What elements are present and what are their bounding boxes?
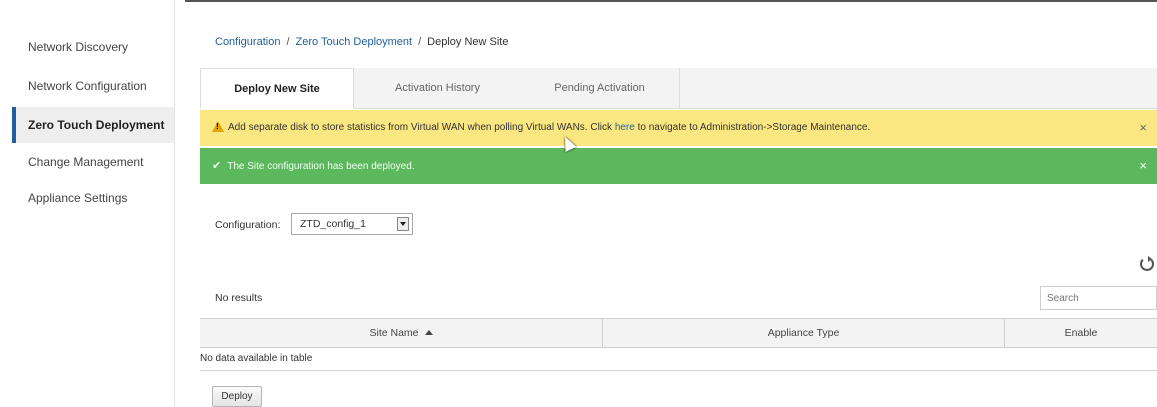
chevron-down-icon[interactable]	[397, 217, 409, 231]
warning-icon	[212, 121, 224, 132]
column-site-name[interactable]: Site Name	[200, 319, 602, 347]
sidebar-item-zero-touch-deployment[interactable]: Zero Touch Deployment	[12, 107, 174, 143]
breadcrumb-separator: /	[418, 36, 422, 48]
warning-text-before: Add separate disk to store statistics fr…	[228, 122, 615, 133]
deploy-success-alert: ✔ The Site configuration has been deploye…	[200, 148, 1157, 184]
tab-bar: Deploy New Site Activation History Pendi…	[200, 68, 1157, 109]
breadcrumb-current-page: Deploy New Site	[427, 36, 509, 48]
warning-text-after: to navigate to Administration->Storage M…	[634, 122, 871, 133]
tab-activation-history[interactable]: Activation History	[355, 68, 520, 108]
column-site-name-label: Site Name	[369, 327, 419, 339]
sidebar-item-appliance-settings[interactable]: Appliance Settings	[12, 180, 174, 216]
column-enable[interactable]: Enable	[1004, 319, 1157, 347]
breadcrumb: Configuration / Zero Touch Deployment / Depl…	[215, 36, 508, 48]
table-empty-message: No data available in table	[200, 347, 1157, 371]
sort-ascending-icon	[424, 330, 433, 335]
breadcrumb-separator: /	[286, 36, 290, 48]
configuration-selected-value: ZTD_config_1	[300, 218, 366, 230]
close-icon[interactable]: ×	[1139, 110, 1147, 146]
sidebar-item-network-discovery[interactable]: Network Discovery	[12, 29, 174, 65]
breadcrumb-configuration[interactable]: Configuration	[215, 36, 280, 48]
breadcrumb-zero-touch-deployment[interactable]: Zero Touch Deployment	[296, 36, 413, 48]
sites-table-header: Site Name Appliance Type Enable	[200, 318, 1157, 348]
configuration-label: Configuration:	[215, 219, 281, 231]
storage-warning-alert: Add separate disk to store statistics fr…	[200, 110, 1157, 146]
sidebar-item-network-configuration[interactable]: Network Configuration	[12, 68, 174, 104]
check-icon: ✔	[212, 160, 222, 172]
refresh-icon[interactable]	[1140, 256, 1154, 271]
tab-pending-activation[interactable]: Pending Activation	[520, 68, 680, 108]
search-input[interactable]	[1040, 286, 1157, 310]
storage-maintenance-link[interactable]: here	[615, 122, 635, 133]
tab-deploy-new-site[interactable]: Deploy New Site	[200, 68, 354, 109]
success-text: The Site configuration has been deployed…	[227, 161, 415, 172]
results-status: No results	[215, 292, 263, 304]
header-divider	[185, 0, 1157, 2]
sidebar: Network Discovery Network Configuration …	[0, 0, 175, 407]
configuration-select[interactable]: ZTD_config_1	[291, 213, 413, 235]
column-appliance-type[interactable]: Appliance Type	[602, 319, 1004, 347]
deploy-button[interactable]: Deploy	[212, 386, 262, 407]
close-icon[interactable]: ×	[1139, 148, 1147, 184]
sidebar-item-change-management[interactable]: Change Management	[12, 144, 174, 180]
